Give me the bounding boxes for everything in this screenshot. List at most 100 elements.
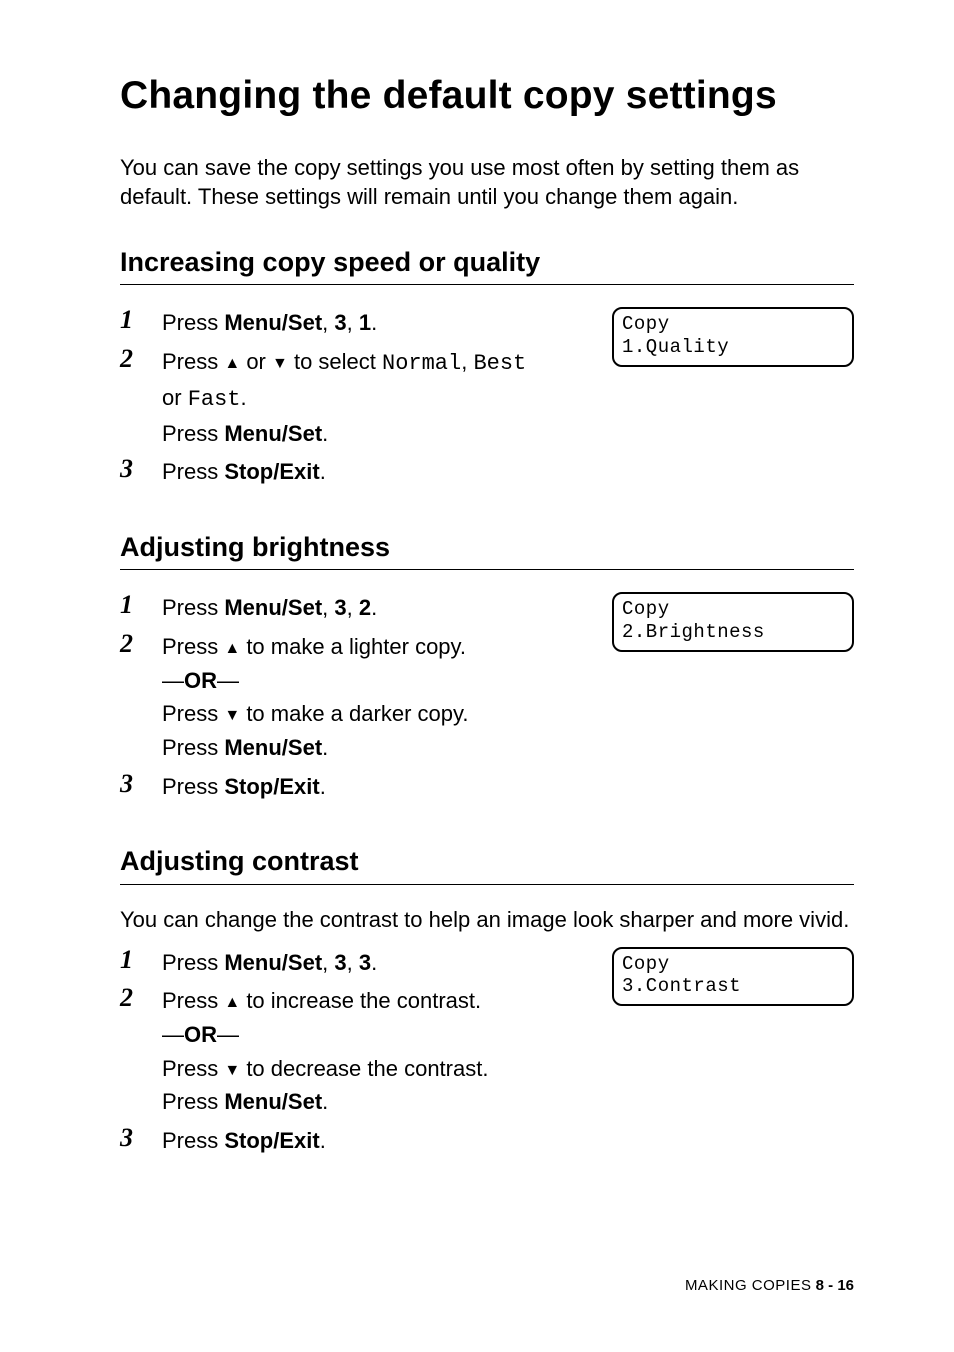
- text: ,: [347, 310, 359, 335]
- lcd-line-2: 1.Quality: [622, 336, 844, 359]
- menu-set-label: Menu/Set: [224, 950, 322, 975]
- menu-set-label: Menu/Set: [224, 310, 322, 335]
- lcd-line-2: 2.Brightness: [622, 621, 844, 644]
- text: or: [240, 349, 272, 374]
- page-title: Changing the default copy settings: [120, 70, 854, 123]
- step-number: 3: [120, 454, 162, 484]
- option-normal: Normal: [382, 351, 461, 376]
- text: to increase the contrast.: [240, 988, 481, 1013]
- menu-set-label: Menu/Set: [224, 1089, 322, 1114]
- lcd-display-contrast: Copy 3.Contrast: [612, 947, 854, 1007]
- contrast-intro: You can change the contrast to help an i…: [120, 905, 854, 935]
- text: ,: [322, 595, 334, 620]
- key-3: 3: [334, 310, 346, 335]
- option-fast: Fast: [188, 387, 241, 412]
- text: .: [322, 421, 328, 446]
- lcd-display-brightness: Copy 2.Brightness: [612, 592, 854, 652]
- text: ,: [347, 950, 359, 975]
- stop-exit-label: Stop/Exit: [224, 459, 319, 484]
- text: Press: [162, 595, 224, 620]
- text: .: [371, 310, 377, 335]
- brightness-step-2: 2 Press ▲ to make a lighter copy. —OR— P…: [120, 629, 592, 767]
- contrast-step-3: 3 Press Stop/Exit.: [120, 1123, 592, 1160]
- lcd-line-1: Copy: [622, 313, 844, 336]
- text: Press: [162, 310, 224, 335]
- text: ,: [322, 950, 334, 975]
- dash: —: [217, 1022, 239, 1047]
- step-number: 2: [120, 983, 162, 1013]
- text: Press: [162, 701, 224, 726]
- menu-set-label: Menu/Set: [224, 735, 322, 760]
- dash: —: [162, 1022, 184, 1047]
- text: .: [371, 595, 377, 620]
- text: to select: [288, 349, 382, 374]
- stop-exit-label: Stop/Exit: [224, 774, 319, 799]
- text: Press: [162, 1089, 224, 1114]
- key-2: 2: [359, 595, 371, 620]
- section-brightness: Adjusting brightness 1 Press Menu/Set, 3…: [120, 529, 854, 808]
- footer-page-number: 8 - 16: [816, 1277, 854, 1294]
- text: Press: [162, 421, 224, 446]
- text: or: [162, 385, 188, 410]
- lcd-line-1: Copy: [622, 598, 844, 621]
- down-arrow-icon: ▼: [272, 355, 288, 372]
- key-3b: 3: [359, 950, 371, 975]
- text: Press: [162, 634, 224, 659]
- text: Press: [162, 988, 224, 1013]
- text: .: [322, 735, 328, 760]
- text: .: [322, 1089, 328, 1114]
- contrast-step-2: 2 Press ▲ to increase the contrast. —OR—…: [120, 983, 592, 1121]
- stop-exit-label: Stop/Exit: [224, 1128, 319, 1153]
- quality-step-3: 3 Press Stop/Exit.: [120, 454, 592, 491]
- key-3: 3: [334, 950, 346, 975]
- footer-chapter-label: MAKING COPIES: [685, 1277, 812, 1294]
- contrast-step-1: 1 Press Menu/Set, 3, 3.: [120, 945, 592, 982]
- down-arrow-icon: ▼: [224, 1062, 240, 1079]
- heading-brightness: Adjusting brightness: [120, 529, 854, 570]
- heading-quality: Increasing copy speed or quality: [120, 244, 854, 285]
- dash: —: [217, 668, 239, 693]
- text: to decrease the contrast.: [240, 1056, 488, 1081]
- section-quality: Increasing copy speed or quality 1 Press…: [120, 244, 854, 493]
- heading-contrast: Adjusting contrast: [120, 843, 854, 884]
- step-number: 1: [120, 590, 162, 620]
- text: .: [371, 950, 377, 975]
- step-number: 2: [120, 344, 162, 374]
- lcd-line-1: Copy: [622, 953, 844, 976]
- down-arrow-icon: ▼: [224, 707, 240, 724]
- step-number: 3: [120, 1123, 162, 1153]
- text: Press: [162, 1056, 224, 1081]
- brightness-step-3: 3 Press Stop/Exit.: [120, 769, 592, 806]
- step-number: 1: [120, 945, 162, 975]
- text: .: [320, 774, 326, 799]
- text: Press: [162, 349, 224, 374]
- lcd-display-quality: Copy 1.Quality: [612, 307, 854, 367]
- text: Press: [162, 950, 224, 975]
- brightness-step-1: 1 Press Menu/Set, 3, 2.: [120, 590, 592, 627]
- dash: —: [162, 668, 184, 693]
- text: to make a darker copy.: [240, 701, 468, 726]
- text: .: [320, 459, 326, 484]
- step-number: 1: [120, 305, 162, 335]
- option-best: Best: [473, 351, 526, 376]
- step-number: 2: [120, 629, 162, 659]
- page-footer: MAKING COPIES 8 - 16: [685, 1276, 854, 1296]
- up-arrow-icon: ▲: [224, 640, 240, 657]
- lcd-line-2: 3.Contrast: [622, 975, 844, 998]
- text: ,: [347, 595, 359, 620]
- text: Press: [162, 774, 224, 799]
- or-label: OR: [184, 668, 217, 693]
- key-3: 3: [334, 595, 346, 620]
- text: Press: [162, 459, 224, 484]
- up-arrow-icon: ▲: [224, 355, 240, 372]
- text: Press: [162, 1128, 224, 1153]
- text: .: [241, 385, 247, 410]
- menu-set-label: Menu/Set: [224, 595, 322, 620]
- or-label: OR: [184, 1022, 217, 1047]
- key-1: 1: [359, 310, 371, 335]
- intro-paragraph: You can save the copy settings you use m…: [120, 153, 854, 212]
- text: ,: [461, 349, 473, 374]
- up-arrow-icon: ▲: [224, 994, 240, 1011]
- text: .: [320, 1128, 326, 1153]
- text: ,: [322, 310, 334, 335]
